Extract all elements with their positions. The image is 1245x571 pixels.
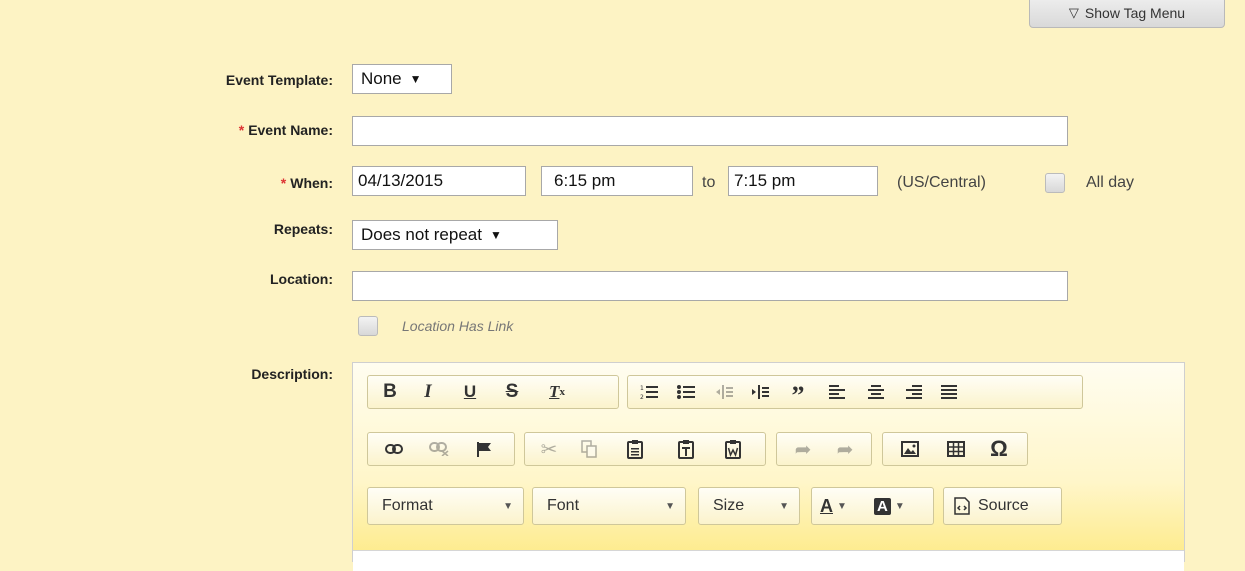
timezone-label: (US/Central): [897, 174, 986, 191]
paste-as-text-icon[interactable]: [661, 436, 711, 462]
redo-icon[interactable]: ➦: [825, 436, 865, 462]
background-color-icon: A: [874, 497, 891, 515]
source-icon: [954, 497, 970, 515]
svg-text:2: 2: [640, 394, 644, 400]
size-dropdown[interactable]: Size ▼: [698, 487, 800, 525]
repeats-select[interactable]: Does not repeat ▼: [352, 220, 558, 250]
caret-down-icon: ▼: [665, 500, 675, 512]
clipboard-group: ✂: [524, 432, 766, 466]
link-icon[interactable]: [372, 436, 416, 462]
source-button[interactable]: Source: [943, 487, 1062, 525]
location-has-link-label: Location Has Link: [402, 318, 514, 334]
when-label: * When:: [281, 175, 333, 191]
dropdown-arrow-icon: ▼: [409, 72, 422, 86]
bulleted-list-icon[interactable]: [666, 379, 706, 405]
all-day-checkbox[interactable]: [1045, 173, 1065, 193]
text-color-button[interactable]: A ▼: [820, 496, 874, 517]
all-day-label: All day: [1086, 174, 1135, 191]
strikethrough-icon[interactable]: S: [492, 379, 532, 405]
copy-icon[interactable]: [569, 436, 609, 462]
format-label: Format: [382, 497, 433, 514]
align-center-icon[interactable]: [856, 379, 896, 405]
format-dropdown[interactable]: Format ▼: [367, 487, 524, 525]
location-input[interactable]: [352, 271, 1068, 301]
insert-group: Ω: [882, 432, 1028, 466]
event-template-value: None: [361, 69, 402, 88]
event-template-label: Event Template:: [225, 72, 333, 88]
anchor-flag-icon[interactable]: [462, 436, 506, 462]
show-tag-menu-label: Show Tag Menu: [1084, 5, 1186, 21]
increase-indent-icon[interactable]: [742, 379, 778, 405]
triangle-down-icon: ▽: [1068, 5, 1079, 20]
unlink-icon[interactable]: [416, 436, 462, 462]
links-group: [367, 432, 515, 466]
end-time-input[interactable]: 7:15 pm: [728, 166, 878, 196]
text-color-icon: A: [820, 495, 833, 516]
location-has-link-checkbox[interactable]: [358, 316, 378, 336]
size-label: Size: [713, 497, 745, 514]
event-name-input[interactable]: [352, 116, 1068, 146]
align-right-icon[interactable]: [896, 379, 932, 405]
undo-icon[interactable]: ➦: [781, 436, 825, 462]
bold-icon[interactable]: B: [372, 379, 408, 405]
to-label: to: [702, 174, 716, 191]
svg-text:1: 1: [640, 385, 644, 392]
date-input[interactable]: 04/13/2015: [352, 166, 526, 196]
editor-content-area[interactable]: [353, 550, 1184, 571]
event-template-select[interactable]: None ▼: [352, 64, 452, 94]
numbered-list-icon[interactable]: 12: [632, 379, 666, 405]
background-color-button[interactable]: A ▼: [874, 497, 905, 515]
basic-styles-group: B I U S Tx: [367, 375, 619, 409]
caret-down-icon: ▼: [503, 500, 513, 512]
align-left-icon[interactable]: [818, 379, 856, 405]
event-name-label: * Event Name:: [239, 122, 333, 138]
blockquote-icon[interactable]: ”: [778, 379, 818, 410]
caret-down-icon: ▼: [894, 500, 905, 512]
location-label: Location:: [270, 271, 333, 287]
caret-down-icon: ▼: [779, 500, 789, 512]
font-label: Font: [547, 497, 580, 514]
required-marker: *: [238, 122, 245, 138]
table-icon[interactable]: [933, 436, 979, 462]
colors-group: A ▼ A ▼: [811, 487, 934, 525]
source-label: Source: [978, 497, 1029, 514]
justify-icon[interactable]: [932, 379, 966, 405]
event-name-label-text: Event Name:: [248, 122, 333, 138]
repeats-value: Does not repeat: [361, 225, 482, 244]
special-character-icon[interactable]: Ω: [979, 436, 1019, 462]
paste-icon[interactable]: [609, 436, 661, 462]
start-time-input[interactable]: 6:15 pm: [541, 166, 693, 196]
dropdown-arrow-icon: ▼: [489, 228, 502, 242]
paragraph-group: 12 ”: [627, 375, 1083, 410]
when-label-text: When:: [290, 175, 333, 191]
decrease-indent-icon[interactable]: [706, 379, 742, 405]
show-tag-menu-button[interactable]: ▽ Show Tag Menu: [1029, 0, 1225, 28]
caret-down-icon: ▼: [837, 500, 847, 512]
paste-from-word-icon[interactable]: [711, 436, 755, 462]
remove-format-icon[interactable]: Tx: [532, 379, 582, 405]
font-dropdown[interactable]: Font ▼: [532, 487, 686, 525]
underline-icon[interactable]: U: [448, 379, 492, 405]
repeats-label: Repeats:: [273, 221, 333, 237]
image-icon[interactable]: [887, 436, 933, 462]
required-marker: *: [280, 175, 287, 191]
description-label: Description:: [251, 366, 333, 382]
italic-icon[interactable]: I: [408, 379, 448, 405]
undo-redo-group: ➦ ➦: [776, 432, 872, 466]
cut-icon[interactable]: ✂: [529, 436, 569, 462]
